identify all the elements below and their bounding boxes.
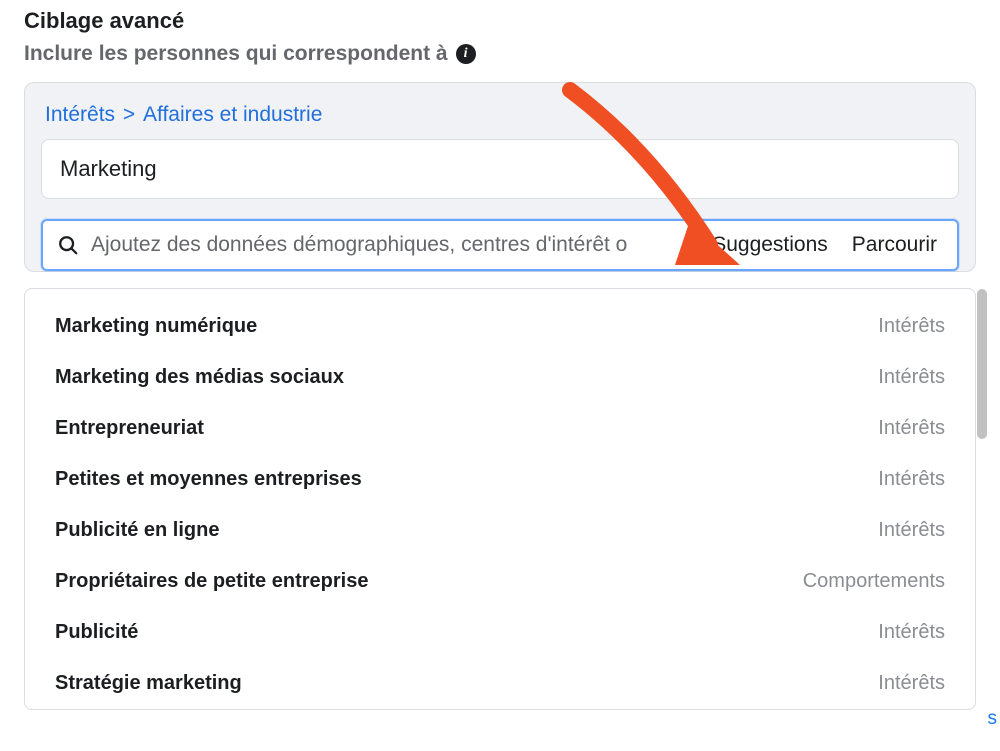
browse-button[interactable]: Parcourir	[846, 231, 943, 259]
list-item-label: Marketing numérique	[55, 315, 257, 338]
list-item-category: Comportements	[803, 570, 945, 593]
breadcrumb: Intérêts > Affaires et industrie	[45, 103, 959, 127]
cropped-link-fragment: s	[988, 708, 998, 730]
list-item[interactable]: Marketing numérique Intérêts	[25, 301, 975, 352]
suggestions-dropdown: Marketing numérique Intérêts Marketing d…	[24, 288, 976, 710]
list-item[interactable]: Publicité Intérêts	[25, 607, 975, 658]
list-item-label: Petites et moyennes entreprises	[55, 468, 362, 491]
selected-interest-chip[interactable]: Marketing	[41, 139, 959, 199]
list-item-category: Intérêts	[878, 672, 945, 695]
list-item-category: Intérêts	[878, 519, 945, 542]
list-item-label: Publicité	[55, 621, 138, 644]
list-item-label: Publicité en ligne	[55, 519, 219, 542]
section-heading: Ciblage avancé	[24, 8, 976, 34]
list-item-category: Intérêts	[878, 468, 945, 491]
search-icon	[57, 234, 79, 256]
scrollbar-thumb[interactable]	[977, 289, 987, 439]
list-item-category: Intérêts	[878, 417, 945, 440]
info-icon[interactable]: i	[456, 44, 476, 64]
chevron-right-icon: >	[123, 103, 135, 126]
list-item[interactable]: Stratégie marketing Intérêts	[25, 658, 975, 709]
list-item-label: Stratégie marketing	[55, 672, 242, 695]
list-item-label: Entrepreneuriat	[55, 417, 204, 440]
list-item[interactable]: Propriétaires de petite entreprise Compo…	[25, 556, 975, 607]
list-item-label: Marketing des médias sociaux	[55, 366, 344, 389]
search-row: Suggestions Parcourir	[41, 219, 959, 271]
breadcrumb-child-link[interactable]: Affaires et industrie	[143, 103, 322, 126]
chip-label: Marketing	[60, 156, 157, 181]
list-item-category: Intérêts	[878, 366, 945, 389]
targeting-panel: Intérêts > Affaires et industrie Marketi…	[24, 82, 976, 272]
list-item[interactable]: Petites et moyennes entreprises Intérêts	[25, 454, 975, 505]
scrollbar[interactable]	[975, 289, 987, 709]
list-item-category: Intérêts	[878, 315, 945, 338]
section-subheading: Inclure les personnes qui correspondent …	[24, 42, 448, 66]
list-item[interactable]: Marketing des médias sociaux Intérêts	[25, 352, 975, 403]
list-item[interactable]: Publicité en ligne Intérêts	[25, 505, 975, 556]
list-item[interactable]: Entrepreneuriat Intérêts	[25, 403, 975, 454]
list-item-category: Intérêts	[878, 621, 945, 644]
list-item-label: Propriétaires de petite entreprise	[55, 570, 368, 593]
suggestions-button[interactable]: Suggestions	[706, 231, 834, 259]
search-input[interactable]	[91, 233, 694, 257]
breadcrumb-root-link[interactable]: Intérêts	[45, 103, 115, 126]
